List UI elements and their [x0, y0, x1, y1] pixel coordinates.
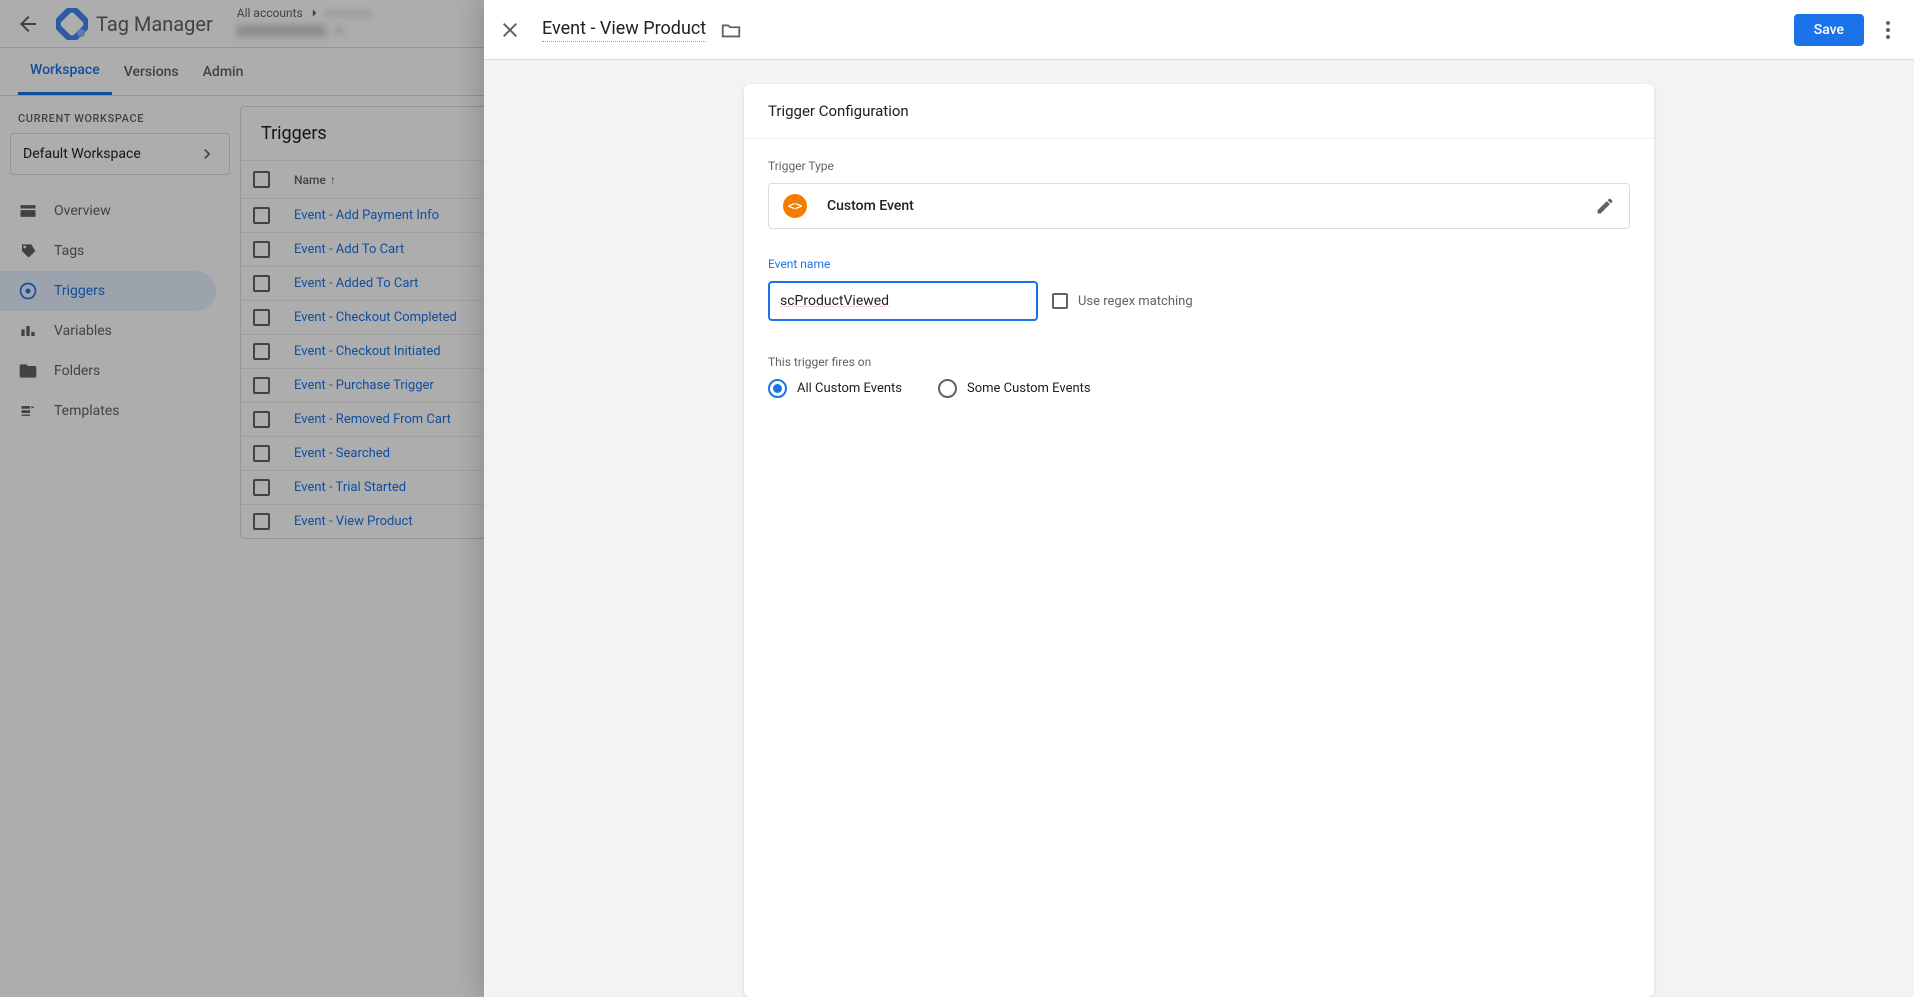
folder-outline-icon[interactable] — [720, 19, 742, 41]
regex-checkbox-row[interactable]: Use regex matching — [1052, 293, 1193, 309]
event-name-label: Event name — [768, 257, 1630, 271]
drawer-title[interactable]: Event - View Product — [542, 18, 706, 42]
fires-on-radio-group: All Custom Events Some Custom Events — [768, 379, 1630, 398]
radio-some-events[interactable]: Some Custom Events — [938, 379, 1091, 398]
trigger-config-card: Trigger Configuration Trigger Type <> Cu… — [744, 84, 1654, 997]
radio-outer — [768, 379, 787, 398]
radio-all-label: All Custom Events — [797, 381, 902, 396]
radio-all-events[interactable]: All Custom Events — [768, 379, 902, 398]
config-card-title: Trigger Configuration — [744, 84, 1654, 139]
save-button[interactable]: Save — [1794, 14, 1864, 46]
trigger-type-label: Trigger Type — [768, 159, 1630, 173]
regex-label: Use regex matching — [1078, 294, 1193, 309]
trigger-editor-drawer: Event - View Product Save Trigger Config… — [484, 0, 1914, 997]
trigger-type-box[interactable]: <> Custom Event — [768, 183, 1630, 229]
event-name-input[interactable] — [768, 281, 1038, 321]
fires-on-label: This trigger fires on — [768, 355, 1630, 369]
custom-event-icon: <> — [783, 194, 807, 218]
trigger-type-name: Custom Event — [827, 198, 1595, 214]
radio-some-label: Some Custom Events — [967, 381, 1091, 396]
regex-checkbox[interactable] — [1052, 293, 1068, 309]
drawer-header: Event - View Product Save — [484, 0, 1914, 60]
drawer-body: Trigger Configuration Trigger Type <> Cu… — [484, 60, 1914, 997]
more-vert-icon[interactable] — [1876, 18, 1900, 42]
close-icon[interactable] — [498, 18, 522, 42]
radio-outer — [938, 379, 957, 398]
pencil-icon[interactable] — [1595, 196, 1615, 216]
